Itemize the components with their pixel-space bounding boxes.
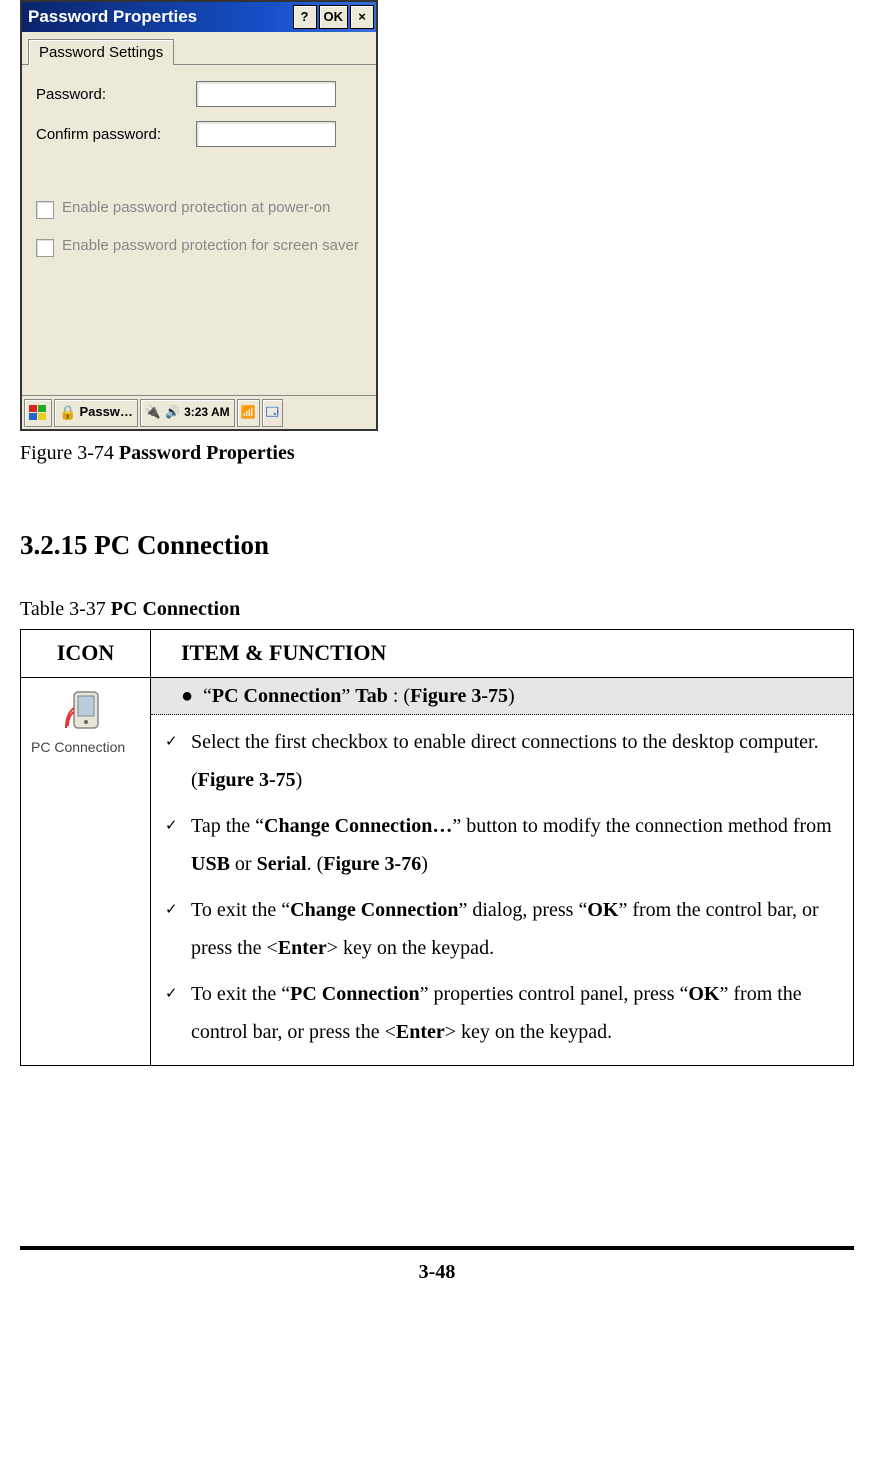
list-item: ✓To exit the “PC Connection” properties … (191, 975, 843, 1051)
dialog-title: Password Properties (28, 5, 293, 29)
lock-icon: 🔒 (59, 403, 76, 423)
taskbar-app-label: Passw… (79, 403, 132, 421)
figure-caption-prefix: Figure 3-74 (20, 442, 119, 464)
table-row: PC Connection ●“PC Connection” Tab : (Fi… (21, 677, 854, 1065)
dialog-titlebar: Password Properties ? OK × (22, 2, 376, 32)
password-label: Password: (36, 84, 196, 105)
close-button[interactable]: × (350, 5, 374, 29)
taskbar: 🔒 Passw… 🔌 🔊 3:23 AM 📶 🗔 (22, 395, 376, 429)
table-caption-bold: PC Connection (111, 598, 240, 620)
icon-cell: PC Connection (21, 677, 151, 1065)
figure-caption-bold: Password Properties (119, 442, 295, 464)
page-footer: 3-48 (20, 1246, 854, 1286)
volume-icon[interactable]: 🔊 (165, 404, 180, 421)
checkbox-row-screensaver: Enable password protection for screen sa… (36, 237, 362, 257)
figure-caption: Figure 3-74 Password Properties (20, 439, 854, 467)
start-button[interactable] (24, 399, 52, 427)
clock: 3:23 AM (184, 404, 230, 421)
page-number: 3-48 (419, 1261, 456, 1283)
section-heading: 3.2.15 PC Connection (20, 527, 854, 565)
password-input[interactable] (196, 81, 336, 107)
checkbox-poweron[interactable] (36, 201, 54, 219)
item-cell: ●“PC Connection” Tab : (Figure 3-75) ✓Se… (151, 677, 854, 1065)
pc-connection-icon (64, 688, 108, 736)
taskbar-app-button[interactable]: 🔒 Passw… (54, 399, 138, 427)
table-caption: Table 3-37 PC Connection (20, 595, 854, 623)
table-caption-prefix: Table 3-37 (20, 598, 111, 620)
tray-icon-1[interactable]: 📶 (237, 399, 260, 427)
help-button[interactable]: ? (293, 5, 317, 29)
table-header-row: ICON ITEM & FUNCTION (21, 629, 854, 677)
ok-button[interactable]: OK (319, 5, 349, 29)
tab-password-settings[interactable]: Password Settings (28, 39, 174, 65)
checkbox-poweron-label: Enable password protection at power-on (62, 199, 331, 217)
checkbox-screensaver[interactable] (36, 239, 54, 257)
list-item: ✓To exit the “Change Connection” dialog,… (191, 891, 843, 967)
bullet-icon: ● (181, 682, 203, 710)
network-icon[interactable]: 🔌 (145, 403, 161, 421)
system-tray: 🔌 🔊 3:23 AM (140, 399, 235, 427)
password-properties-dialog: Password Properties ? OK × Password Sett… (20, 0, 378, 431)
icon-label: PC Connection (31, 738, 140, 758)
check-icon: ✓ (165, 728, 191, 757)
check-icon: ✓ (165, 896, 191, 925)
dialog-body: Password: Confirm password: Enable passw… (22, 65, 376, 395)
confirm-password-input[interactable] (196, 121, 336, 147)
confirm-password-label: Confirm password: (36, 124, 196, 145)
instruction-list: ✓Select the first checkbox to enable dir… (161, 723, 843, 1051)
list-item: ✓Select the first checkbox to enable dir… (191, 723, 843, 799)
checkbox-screensaver-label: Enable password protection for screen sa… (62, 237, 359, 255)
windows-flag-icon (29, 405, 47, 421)
header-item: ITEM & FUNCTION (151, 629, 854, 677)
check-icon: ✓ (165, 980, 191, 1009)
check-icon: ✓ (165, 812, 191, 841)
desktop-icon: 🗔 (266, 404, 279, 421)
function-table: ICON ITEM & FUNCTION PC Connection ●“PC … (20, 629, 854, 1066)
tab-strip: Password Settings (22, 32, 376, 65)
tab-heading-row: ●“PC Connection” Tab : (Figure 3-75) (151, 678, 853, 715)
checkbox-row-poweron: Enable password protection at power-on (36, 199, 362, 219)
status-icon: 📶 (241, 404, 256, 421)
header-icon: ICON (21, 629, 151, 677)
tray-icon-2[interactable]: 🗔 (262, 399, 283, 427)
list-item: ✓Tap the “Change Connection…” button to … (191, 807, 843, 883)
